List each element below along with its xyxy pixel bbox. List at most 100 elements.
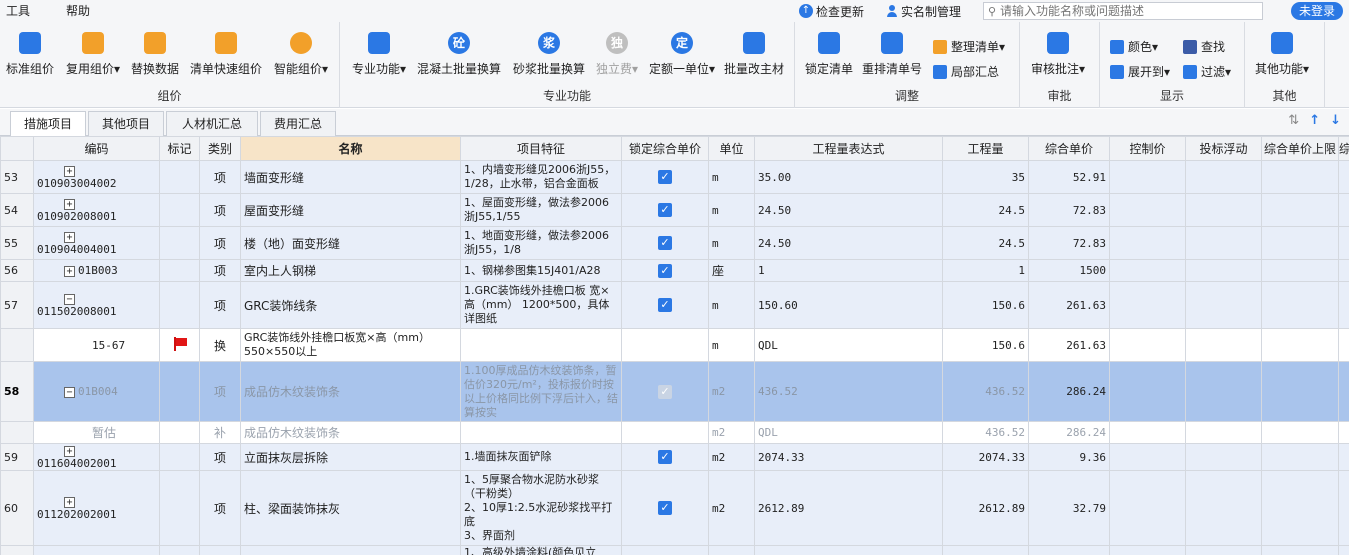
table-row-selected[interactable]: 58 −01B004 项 成品仿木纹装饰条 1.100厚成品仿木纹装饰条，暂估价… <box>0 361 1349 422</box>
table-row[interactable]: 56 +01B003 项 室内上人钢梯 1、钢梯参图集15J401/A28 ✓ … <box>0 259 1349 282</box>
expression-cell[interactable]: 436.52 <box>754 361 943 422</box>
tab-other-items[interactable]: 其他项目 <box>88 111 164 136</box>
name-cell[interactable]: GRC装饰线外挂檐口板宽×高（mm）550×550以上 <box>240 328 461 362</box>
expression-cell[interactable]: QDL <box>754 328 943 362</box>
check-update-button[interactable]: ↑ 检查更新 <box>798 3 864 20</box>
table-row[interactable]: 53 +010903004002 项 墙面变形缝 1、内墙变形缝见2006浙J5… <box>0 160 1349 194</box>
col-mark[interactable]: 标记 <box>159 136 200 161</box>
feature-cell[interactable]: 1、地面变形缝，做法参2006浙J55，1/8 <box>460 226 622 260</box>
table-row[interactable]: 59 +011604002001 项 立面抹灰层拆除 1.墙面抹灰面铲除 ✓ m… <box>0 443 1349 471</box>
name-cell[interactable]: 室内上人钢梯 <box>240 259 461 282</box>
menu-help[interactable]: 帮助 <box>60 0 96 22</box>
realname-button[interactable]: 实名制管理 <box>886 3 961 20</box>
replace-data-button[interactable]: 替换数据 <box>131 32 179 77</box>
expand-toggle[interactable]: + <box>64 496 75 508</box>
login-button[interactable]: 未登录 <box>1291 2 1343 20</box>
expand-toggle[interactable]: + <box>64 265 75 277</box>
expression-cell[interactable]: 150.60 <box>754 281 943 329</box>
table-row[interactable]: 54 +010902008001 项 屋面变形缝 1、屋面变形缝，做法参2006… <box>0 193 1349 227</box>
organize-list-button[interactable]: 整理清单 ▾ <box>933 38 1005 55</box>
smart-pricing-button[interactable]: 智能组价▾ <box>274 32 328 77</box>
name-cell[interactable]: 成品仿木纹装饰条 <box>240 361 461 422</box>
expression-cell[interactable]: 2074.33 <box>754 443 943 471</box>
feature-cell[interactable]: 1、高级外墙涂料(颜色见立 <box>460 545 622 555</box>
feature-cell[interactable]: 1、5厚聚合物水泥防水砂浆（干粉类） 2、10厚1:2.5水泥砂浆找平打底 3、… <box>460 470 622 546</box>
col-type[interactable]: 类别 <box>199 136 241 161</box>
table-row[interactable]: 暂估 补 成品仿木纹装饰条 m2 QDL 436.52 286.24 <box>0 421 1349 444</box>
col-quantity[interactable]: 工程量 <box>942 136 1029 161</box>
expression-cell[interactable]: QDL <box>754 421 943 444</box>
review-annotation-button[interactable]: 审核批注▾ <box>1031 32 1085 77</box>
feature-cell[interactable]: 1、钢梯参图集15J401/A28 <box>460 259 622 282</box>
expression-cell[interactable] <box>754 545 943 555</box>
feature-cell[interactable]: 1.GRC装饰线外挂檐口板 宽×高（mm） 1200*500，具体详图纸 <box>460 281 622 329</box>
expand-toggle[interactable]: + <box>64 165 75 177</box>
lock-checkbox[interactable]: ✓ <box>658 298 672 312</box>
sort-icon[interactable]: ⇅ <box>1288 113 1299 128</box>
tab-labor-material[interactable]: 人材机汇总 <box>166 111 258 136</box>
name-cell[interactable]: 柱、梁面装饰抹灰 <box>240 470 461 546</box>
independent-fee-button[interactable]: 独 独立费▾ <box>596 32 638 77</box>
feature-cell[interactable]: 1.墙面抹灰面铲除 <box>460 443 622 471</box>
professional-function-button[interactable]: 专业功能▾ <box>352 32 406 77</box>
feature-cell[interactable]: 1、屋面变形缝，做法参2006浙J55,1/55 <box>460 193 622 227</box>
expression-cell[interactable]: 2612.89 <box>754 470 943 546</box>
name-cell[interactable]: 楼（地）面变形缝 <box>240 226 461 260</box>
move-down-icon[interactable]: ↓ <box>1330 113 1341 128</box>
expression-cell[interactable]: 35.00 <box>754 160 943 194</box>
table-row[interactable]: 57 −011502008001 项 GRC装饰线条 1.GRC装饰线外挂檐口板… <box>0 281 1349 329</box>
feature-cell[interactable] <box>460 421 622 444</box>
name-cell[interactable]: 墙面变形缝 <box>240 160 461 194</box>
find-button[interactable]: 查找 <box>1183 38 1225 55</box>
fixed-unit-button[interactable]: 定 定额一单位▾ <box>649 32 715 77</box>
lock-checkbox[interactable]: ✓ <box>658 450 672 464</box>
lock-list-button[interactable]: 锁定清单 <box>805 32 853 77</box>
feature-cell[interactable]: 1、内墙变形缝见2006浙J55，1/28，止水带，铝合金面板 <box>460 160 622 194</box>
col-price-cap[interactable]: 综合单价上限 <box>1261 136 1339 161</box>
expand-toggle[interactable]: + <box>64 231 75 243</box>
table-row[interactable]: 15-67 换 GRC装饰线外挂檐口板宽×高（mm）550×550以上 m QD… <box>0 328 1349 362</box>
search-input[interactable] <box>1000 4 1250 18</box>
col-more[interactable]: 综 <box>1338 136 1349 161</box>
feature-cell[interactable]: 1.100厚成品仿木纹装饰条，暂估价320元/m²，投标报价时按以上价格同比例下… <box>460 361 622 422</box>
color-button[interactable]: 颜色 ▾ <box>1110 38 1158 55</box>
col-name[interactable]: 名称 <box>240 136 461 161</box>
col-lock-price[interactable]: 锁定综合单价 <box>621 136 709 161</box>
mortar-batch-button[interactable]: 浆 砂浆批量换算 <box>513 32 585 77</box>
expression-cell[interactable]: 24.50 <box>754 226 943 260</box>
col-control-price[interactable]: 控制价 <box>1109 136 1186 161</box>
collapse-toggle[interactable]: − <box>64 293 75 305</box>
feature-cell[interactable] <box>460 328 622 362</box>
col-bid-float[interactable]: 投标浮动 <box>1185 136 1262 161</box>
concrete-batch-button[interactable]: 砼 混凝土批量换算 <box>417 32 501 77</box>
local-summary-button[interactable]: 局部汇总 <box>933 63 999 80</box>
move-up-icon[interactable]: ↑ <box>1309 113 1320 128</box>
lock-checkbox[interactable]: ✓ <box>658 170 672 184</box>
batch-material-button[interactable]: 批量改主材 <box>724 32 784 77</box>
col-expression[interactable]: 工程量表达式 <box>754 136 943 161</box>
expand-toggle[interactable]: + <box>64 445 75 457</box>
lock-checkbox[interactable]: ✓ <box>658 263 672 278</box>
lock-checkbox[interactable]: ✓ <box>658 203 672 217</box>
lock-checkbox[interactable]: ✓ <box>658 236 672 250</box>
other-function-button[interactable]: 其他功能▾ <box>1255 32 1309 77</box>
name-cell[interactable]: 成品仿木纹装饰条 <box>240 421 461 444</box>
col-code[interactable]: 编码 <box>33 136 160 161</box>
name-cell[interactable] <box>240 545 461 555</box>
name-cell[interactable]: GRC装饰线条 <box>240 281 461 329</box>
expand-to-button[interactable]: 展开到 ▾ <box>1110 63 1170 80</box>
expression-cell[interactable]: 1 <box>754 259 943 282</box>
menu-tools[interactable]: 工具 <box>0 0 36 22</box>
col-unit[interactable]: 单位 <box>708 136 755 161</box>
lock-checkbox[interactable]: ✓ <box>658 501 672 515</box>
name-cell[interactable]: 立面抹灰层拆除 <box>240 443 461 471</box>
table-row[interactable]: 1、高级外墙涂料(颜色见立 <box>0 545 1349 555</box>
table-row[interactable]: 60 +011202002001 项 柱、梁面装饰抹灰 1、5厚聚合物水泥防水砂… <box>0 470 1349 546</box>
expand-toggle[interactable]: + <box>64 198 75 210</box>
col-unit-price[interactable]: 综合单价 <box>1028 136 1110 161</box>
renumber-list-button[interactable]: 重排清单号 <box>862 32 922 77</box>
tab-fee-summary[interactable]: 费用汇总 <box>260 111 336 136</box>
name-cell[interactable]: 屋面变形缝 <box>240 193 461 227</box>
reuse-pricing-button[interactable]: 复用组价▾ <box>66 32 120 77</box>
lock-checkbox[interactable]: ✓ <box>658 384 672 399</box>
